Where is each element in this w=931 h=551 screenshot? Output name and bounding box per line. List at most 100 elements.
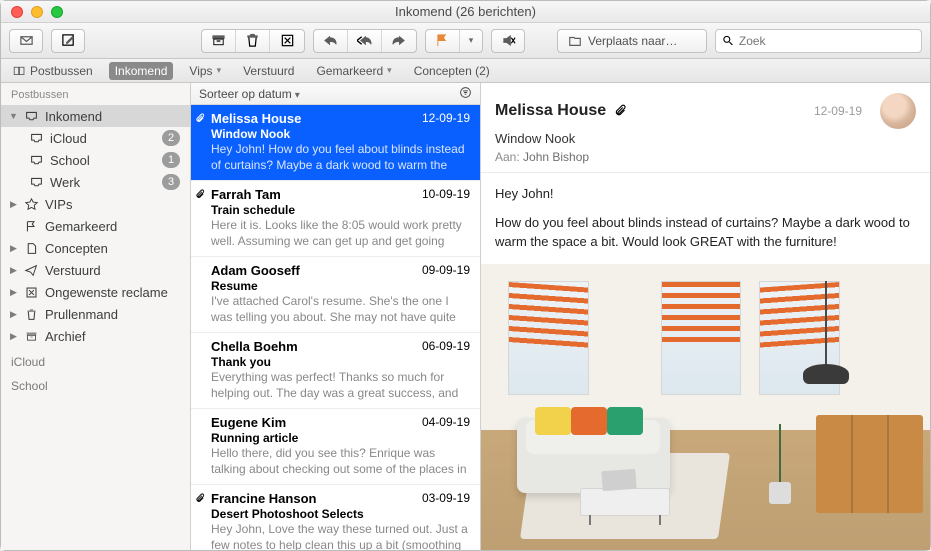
paperplane-icon xyxy=(24,264,39,277)
sidebar-item-concepten[interactable]: ▶ Concepten xyxy=(1,237,190,259)
mute-button[interactable] xyxy=(491,29,525,53)
fav-drafts[interactable]: Concepten (2) xyxy=(408,62,496,80)
message-body: Hey John! How do you feel about blinds i… xyxy=(481,173,930,264)
doc-icon xyxy=(24,242,39,255)
reply-button[interactable] xyxy=(314,30,348,52)
message-date: 04-09-19 xyxy=(422,415,470,430)
message-row[interactable]: Melissa House 12-09-19Window NookHey John… xyxy=(191,105,480,181)
message-actions-group xyxy=(201,29,305,53)
sort-header[interactable]: Sorteer op datum xyxy=(191,83,480,105)
sidebar-item-icloud[interactable]: iCloud2 xyxy=(1,127,190,149)
sidebar-item-gemarkeerd[interactable]: Gemarkeerd xyxy=(1,215,190,237)
unread-badge: 3 xyxy=(162,174,180,190)
message-attachment-image xyxy=(481,264,930,550)
message-sender: Chella Boehm xyxy=(211,339,298,354)
message-preview: I've attached Carol's resume. She's the … xyxy=(211,294,470,326)
sidebar-item-archief[interactable]: ▶ Archief xyxy=(1,325,190,347)
message-to: Aan: John Bishop xyxy=(495,150,916,164)
message-sender: Adam Gooseff xyxy=(211,263,300,278)
sidebar-item-werk[interactable]: Werk 3 xyxy=(1,171,190,193)
sidebar-item-school[interactable]: School 1 xyxy=(1,149,190,171)
archive-icon xyxy=(24,330,39,343)
sidebar-item-label: Verstuurd xyxy=(45,263,180,278)
sidebar-item-label: Inkomend xyxy=(45,109,180,124)
window-title: Inkomend (26 berichten) xyxy=(1,4,930,19)
message-preview: Everything was perfect! Thanks so much f… xyxy=(211,370,470,402)
sidebar-item-label: Archief xyxy=(45,329,180,344)
sidebar-item-label: Prullenmand xyxy=(45,307,180,322)
message-row[interactable]: Chella Boehm06-09-19Thank youEverything … xyxy=(191,333,480,409)
message-date: 10-09-19 xyxy=(422,187,470,202)
inbox-icon xyxy=(29,132,44,145)
move-to-button[interactable]: Verplaats naar… xyxy=(557,29,707,53)
disclosure-triangle[interactable]: ▶ xyxy=(9,243,18,254)
junk-button[interactable] xyxy=(270,30,304,52)
attachment-icon xyxy=(195,189,206,200)
disclosure-triangle[interactable]: ▶ xyxy=(9,199,18,210)
fav-mailboxes[interactable]: Postbussen xyxy=(7,62,99,80)
message-sender: Farrah Tam xyxy=(211,187,281,202)
fav-vips[interactable]: Vips▾ xyxy=(183,62,227,80)
forward-button[interactable] xyxy=(382,30,416,52)
disclosure-triangle[interactable]: ▶ xyxy=(9,331,18,342)
sidebar-item-label: Gemarkeerd xyxy=(45,219,180,234)
message-row[interactable]: Francine Hanson03-09-19Desert Photoshoot… xyxy=(191,485,480,550)
inbox-icon xyxy=(29,176,44,189)
message-subject: Train schedule xyxy=(211,203,470,217)
message-preview: Here it is. Looks like the 8:05 would wo… xyxy=(211,218,470,250)
search-field[interactable] xyxy=(715,29,922,53)
sidebar-section-school[interactable]: School xyxy=(1,371,190,395)
sidebar-item-label: Concepten xyxy=(45,241,180,256)
compose-button[interactable] xyxy=(51,29,85,53)
fav-flagged[interactable]: Gemarkeerd▾ xyxy=(310,62,397,80)
disclosure-triangle[interactable]: ▶ xyxy=(9,309,18,320)
favorites-bar: Postbussen Inkomend Vips▾ Verstuurd Gema… xyxy=(1,59,930,83)
sidebar-header: Postbussen xyxy=(1,83,190,105)
disclosure-triangle[interactable]: ▼ xyxy=(9,111,18,121)
inbox-icon xyxy=(24,110,39,123)
flag-icon xyxy=(24,220,39,233)
message-date: 03-09-19 xyxy=(422,491,470,506)
sender-avatar xyxy=(880,93,916,129)
delete-button[interactable] xyxy=(236,30,270,52)
unread-badge: 1 xyxy=(162,152,180,168)
message-date: 09-09-19 xyxy=(422,263,470,278)
flag-button[interactable] xyxy=(426,30,460,52)
message-subject: Resume xyxy=(211,279,470,293)
search-input[interactable] xyxy=(739,34,915,48)
disclosure-triangle[interactable]: ▶ xyxy=(9,265,18,276)
flag-menu-button[interactable]: ▾ xyxy=(460,30,482,52)
disclosure-triangle[interactable]: ▶ xyxy=(9,287,18,298)
message-subject: Window Nook xyxy=(495,131,916,146)
sidebar-item-verstuurd[interactable]: ▶ Verstuurd xyxy=(1,259,190,281)
inbox-icon xyxy=(29,154,44,167)
move-to-label: Verplaats naar… xyxy=(588,34,677,48)
sidebar-item-label: School xyxy=(50,153,156,168)
message-from: Melissa House xyxy=(495,102,606,120)
flag-group: ▾ xyxy=(425,29,483,53)
message-row[interactable]: Farrah Tam 10-09-19Train scheduleHere it … xyxy=(191,181,480,257)
sidebar-item-ongewenste-reclame[interactable]: ▶Ongewenste reclame xyxy=(1,281,190,303)
fav-sent[interactable]: Verstuurd xyxy=(237,62,300,80)
filter-icon[interactable] xyxy=(459,86,472,102)
reply-all-button[interactable] xyxy=(348,30,382,52)
sidebar-item-inkomend[interactable]: ▼ Inkomend xyxy=(1,105,190,127)
sidebar-section-icloud[interactable]: iCloud xyxy=(1,347,190,371)
sidebar-item-label: Werk xyxy=(50,175,156,190)
message-subject: Window Nook xyxy=(211,127,470,141)
message-sender: Melissa House xyxy=(211,111,301,126)
message-preview: Hey John! How do you feel about blinds i… xyxy=(211,142,470,174)
sidebar: Postbussen ▼InkomendiCloud2School1Werk3▶… xyxy=(1,83,191,550)
message-row[interactable]: Adam Gooseff 09-09-19ResumeI've attached … xyxy=(191,257,480,333)
sidebar-item-prullenmand[interactable]: ▶ Prullenmand xyxy=(1,303,190,325)
sidebar-item-vips[interactable]: ▶VIPs xyxy=(1,193,190,215)
message-date: 06-09-19 xyxy=(422,339,470,354)
archive-button[interactable] xyxy=(202,30,236,52)
get-mail-button[interactable] xyxy=(9,29,43,53)
fav-inbox[interactable]: Inkomend xyxy=(109,62,174,80)
message-row[interactable]: Eugene Kim04-09-19Running articleHello t… xyxy=(191,409,480,485)
unread-badge: 2 xyxy=(162,130,180,146)
reading-pane: Melissa House 12-09-19 Window Nook Aan: … xyxy=(481,83,930,550)
message-date: 12-09-19 xyxy=(422,111,470,126)
message-sender: Eugene Kim xyxy=(211,415,286,430)
